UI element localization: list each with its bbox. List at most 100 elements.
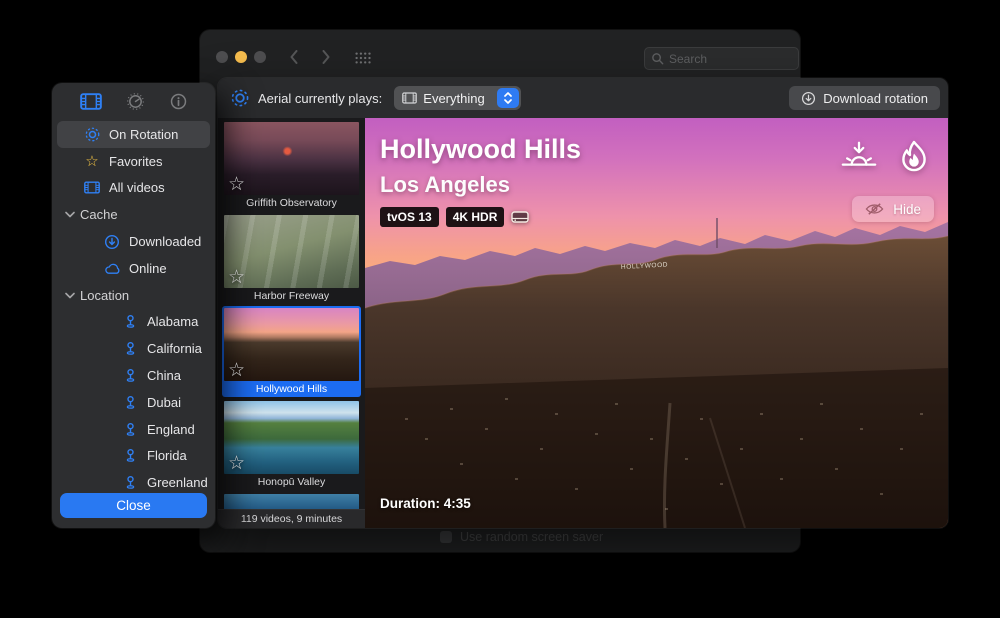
- sidebar-item-on-rotation[interactable]: On Rotation: [57, 121, 210, 148]
- chevron-down-icon: [65, 211, 75, 218]
- video-thumbnail[interactable]: ☆: [224, 308, 359, 381]
- show-all-button[interactable]: [355, 52, 371, 64]
- hollywood-hills-scenery: HOLLYWOOD: [365, 218, 948, 528]
- film-icon: [402, 92, 417, 104]
- video-name: Hollywood Hills: [224, 381, 359, 397]
- sidebar-item-all-videos[interactable]: All videos: [57, 175, 210, 202]
- sidebar-item-label: Downloaded: [129, 234, 201, 249]
- search-input[interactable]: Search: [644, 47, 799, 70]
- aerial-sidebar-panel: On Rotation ☆ Favorites All videos Cache…: [52, 83, 215, 528]
- plays-popup-value: Everything: [423, 91, 490, 106]
- tab-info[interactable]: [169, 92, 188, 111]
- sidebar-item-china[interactable]: China: [57, 362, 210, 389]
- video-item[interactable]: ☆ Harbor Freeway: [224, 215, 359, 304]
- sidebar-item-label: Online: [129, 261, 167, 276]
- sidebar-item-label: On Rotation: [109, 127, 178, 142]
- zoom-window-button[interactable]: [254, 51, 266, 63]
- currently-plays-label: Aerial currently plays:: [258, 91, 382, 106]
- back-button[interactable]: [290, 50, 298, 64]
- video-name: Griffith Observatory: [224, 195, 359, 211]
- hide-button-label: Hide: [893, 202, 921, 217]
- badges-row: tvOS 13 4K HDR: [380, 207, 529, 227]
- sun-rotation-icon: [83, 126, 101, 143]
- video-thumbnail[interactable]: ☆: [224, 122, 359, 195]
- sidebar-section-label: Location: [80, 288, 129, 303]
- hide-button[interactable]: Hide: [852, 196, 934, 222]
- favorite-star-icon[interactable]: ☆: [228, 454, 245, 473]
- sidebar-section-cache[interactable]: Cache: [57, 201, 210, 228]
- sidebar-item-label: Florida: [147, 448, 187, 463]
- popup-stepper: [497, 88, 519, 108]
- use-random-label: Use random screen saver: [460, 530, 603, 544]
- grid-icon: [355, 52, 371, 64]
- download-rotation-button[interactable]: Download rotation: [789, 86, 940, 110]
- aerial-sun-icon: [230, 88, 250, 108]
- sidebar-item-dubai[interactable]: Dubai: [57, 389, 210, 416]
- aerial-toolbar: Aerial currently plays: Everything Downl…: [218, 78, 948, 119]
- sidebar-item-favorites[interactable]: ☆ Favorites: [57, 148, 210, 175]
- tab-videos[interactable]: [80, 93, 102, 110]
- sidebar-nav: On Rotation ☆ Favorites All videos Cache…: [52, 121, 215, 496]
- tvos-badge: tvOS 13: [380, 207, 439, 227]
- map-pin-icon: [121, 448, 139, 463]
- info-icon: [169, 92, 188, 111]
- chevron-left-icon: [290, 50, 298, 64]
- aerial-settings-window: Aerial currently plays: Everything Downl…: [218, 78, 948, 528]
- map-pin-icon: [121, 395, 139, 410]
- download-circle-icon: [103, 234, 121, 250]
- close-button[interactable]: Close: [60, 493, 207, 518]
- minimize-window-button[interactable]: [235, 51, 247, 63]
- video-name: Harbor Freeway: [224, 288, 359, 304]
- chevron-right-icon: [322, 50, 330, 64]
- sidebar-section-location[interactable]: Location: [57, 282, 210, 309]
- sidebar-item-england[interactable]: England: [57, 416, 210, 443]
- preview-indicator-icons: [840, 138, 932, 182]
- use-random-checkbox[interactable]: [440, 531, 452, 543]
- video-name: Honopū Valley: [224, 474, 359, 490]
- plays-popup-button[interactable]: Everything: [394, 86, 520, 110]
- film-icon: [83, 181, 101, 194]
- preview-subtitle: Los Angeles: [380, 172, 510, 198]
- film-icon: [80, 93, 102, 110]
- sidebar-item-downloaded[interactable]: Downloaded: [57, 228, 210, 255]
- use-random-screensaver-row: Use random screen saver: [440, 530, 603, 544]
- star-icon: ☆: [83, 154, 101, 169]
- video-thumbnail[interactable]: ☆: [224, 215, 359, 288]
- video-list-status: 119 videos, 9 minutes: [218, 509, 365, 528]
- search-placeholder: Search: [669, 52, 707, 66]
- sidebar-item-label: China: [147, 368, 181, 383]
- sidebar-item-label: Favorites: [109, 154, 162, 169]
- close-window-button[interactable]: [216, 51, 228, 63]
- video-item[interactable]: ☆ Griffith Observatory: [224, 122, 359, 211]
- video-list: ☆ Griffith Observatory ☆ Harbor Freeway …: [218, 118, 365, 528]
- cloud-icon: [103, 262, 121, 275]
- sunset-icon: [840, 138, 878, 176]
- video-preview: HOLLYWOOD Hollywood Hills Los Angeles: [365, 118, 948, 528]
- favorite-star-icon[interactable]: ☆: [228, 361, 245, 380]
- tab-settings[interactable]: [126, 92, 145, 111]
- sidebar-section-label: Cache: [80, 207, 118, 222]
- sidebar-item-florida[interactable]: Florida: [57, 443, 210, 470]
- sidebar-item-california[interactable]: California: [57, 335, 210, 362]
- resolution-badge: 4K HDR: [446, 207, 505, 227]
- sidebar-item-label: All videos: [109, 180, 165, 195]
- sidebar-item-online[interactable]: Online: [57, 255, 210, 282]
- sidebar-item-label: England: [147, 422, 195, 437]
- download-rotation-label: Download rotation: [823, 91, 928, 106]
- flame-icon: [896, 138, 932, 182]
- search-icon: [651, 52, 664, 65]
- video-item[interactable]: ☆ Honopū Valley: [224, 401, 359, 490]
- forward-button[interactable]: [322, 50, 330, 64]
- video-item-selected[interactable]: ☆ Hollywood Hills: [222, 306, 361, 397]
- chevron-down-icon: [65, 292, 75, 299]
- video-thumbnail[interactable]: ☆: [224, 401, 359, 474]
- favorite-star-icon[interactable]: ☆: [228, 268, 245, 287]
- chevron-up-down-icon: [503, 90, 513, 106]
- map-pin-icon: [121, 475, 139, 490]
- sidebar-item-alabama[interactable]: Alabama: [57, 309, 210, 336]
- sidebar-tabs: [52, 92, 215, 111]
- cache-drive-icon: [511, 210, 529, 224]
- favorite-star-icon[interactable]: ☆: [228, 175, 245, 194]
- dial-gear-icon: [126, 92, 145, 111]
- sidebar-item-label: Dubai: [147, 395, 181, 410]
